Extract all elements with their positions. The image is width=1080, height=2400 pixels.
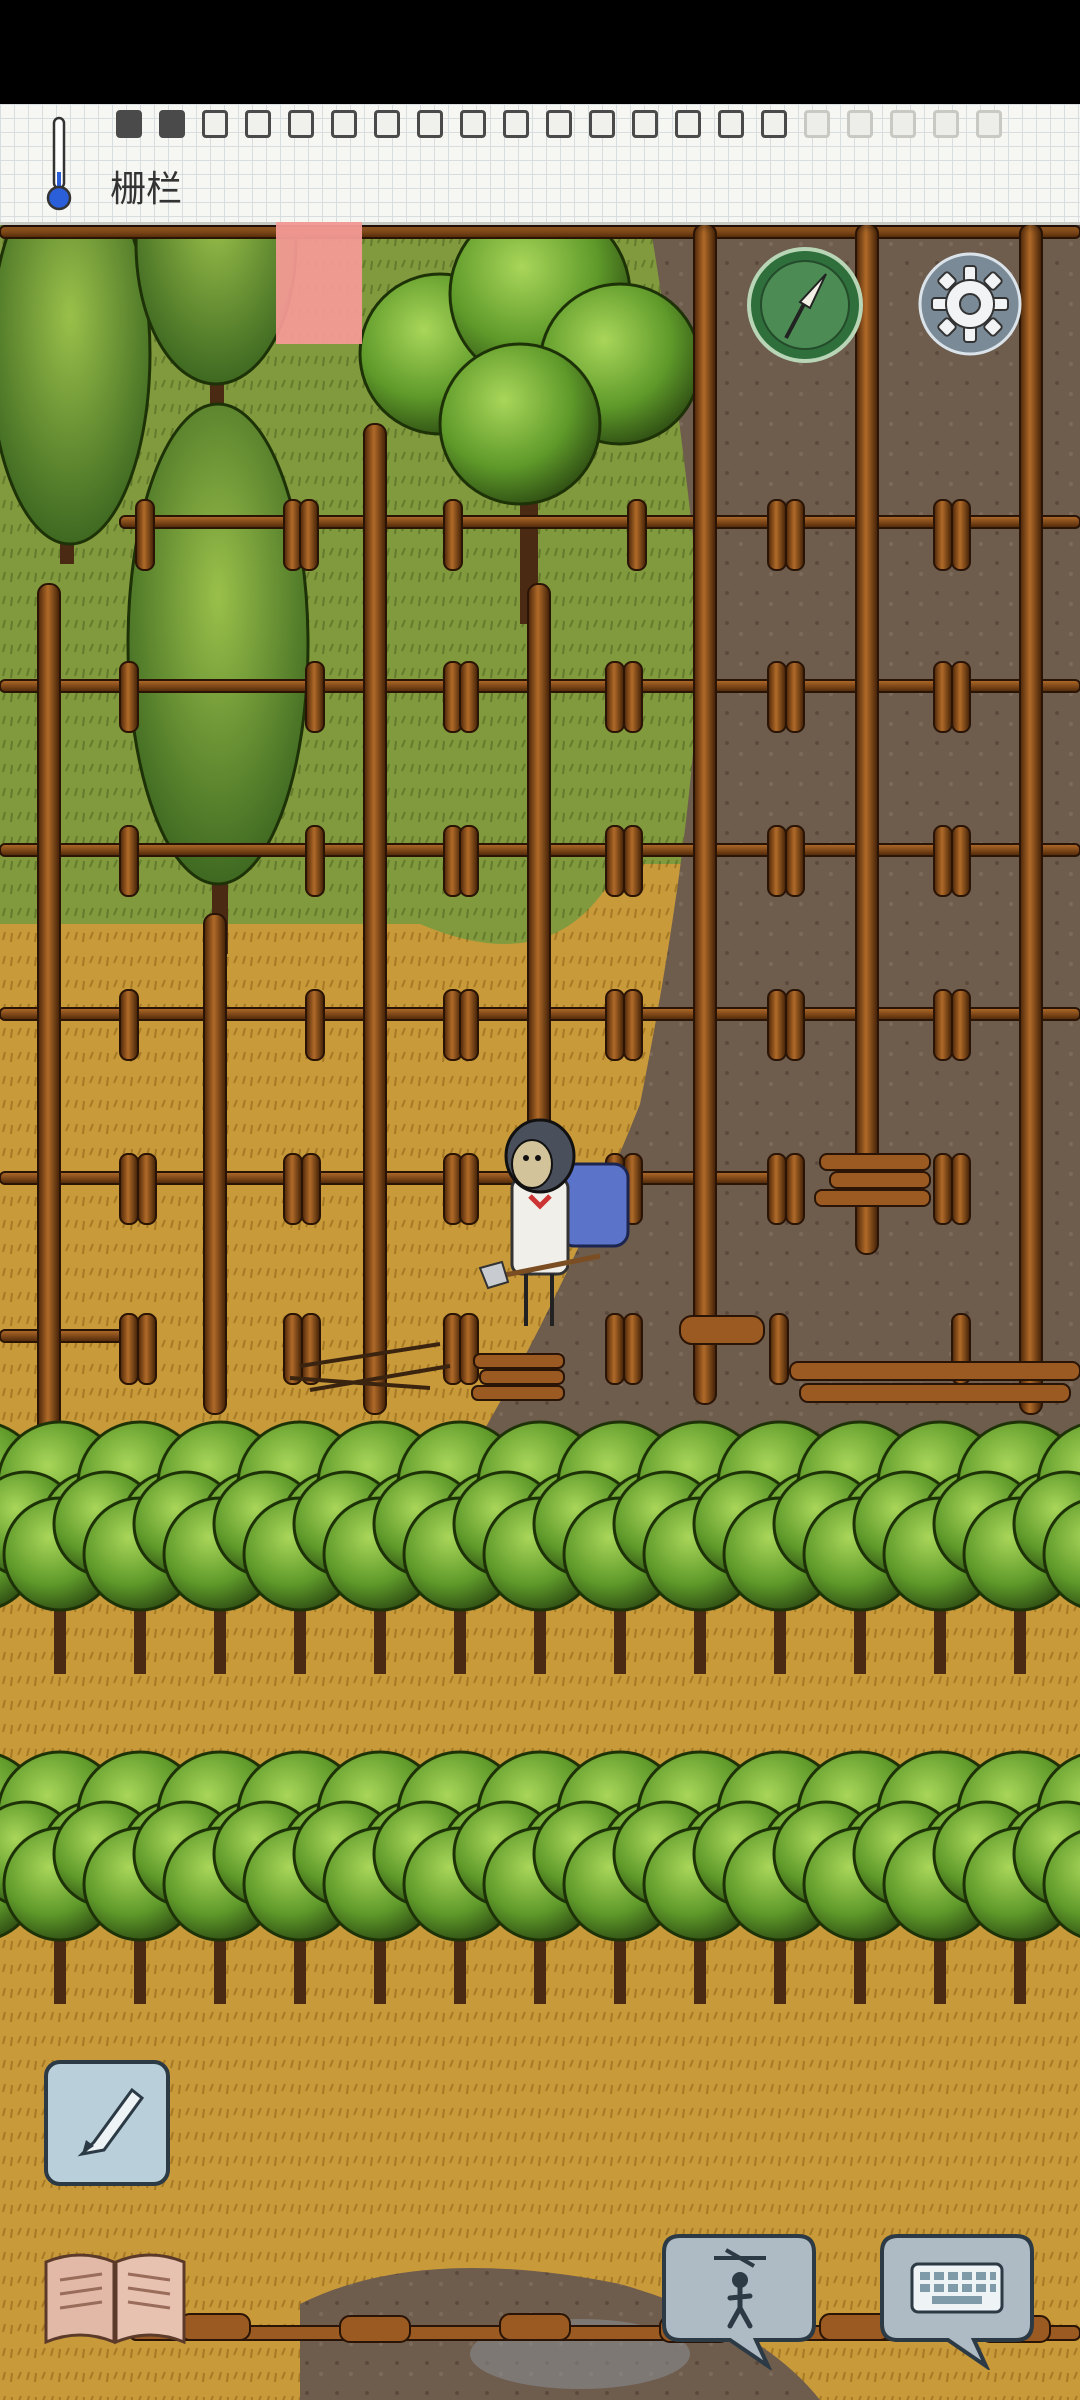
book-icon[interactable] [40,2242,190,2352]
puppet-speech-icon[interactable] [660,2228,818,2370]
hover-object-label: 栅栏 [110,169,183,210]
food-pip [245,110,271,138]
food-pip [589,110,615,138]
food-pip [116,110,142,138]
status-panel: 栅栏 [0,104,1080,225]
food-pip [632,110,658,138]
status-bar [0,0,1080,104]
food-pip [933,110,959,138]
food-pip [159,110,185,138]
food-pip [847,110,873,138]
food-meter [116,110,1002,138]
thermometer-icon[interactable] [44,114,74,214]
compass-icon[interactable] [746,246,864,364]
food-pip [460,110,486,138]
food-pip [761,110,787,138]
log-pile[interactable] [814,1153,931,1207]
food-pip [417,110,443,138]
food-pip [675,110,701,138]
log-pile[interactable] [471,1353,565,1401]
game-world[interactable] [0,104,1080,2400]
food-pip [546,110,572,138]
keyboard-speech-icon[interactable] [878,2228,1036,2370]
gear-icon[interactable] [918,252,1022,356]
food-pip [804,110,830,138]
food-pip [202,110,228,138]
pink-note-tab[interactable] [276,222,362,344]
food-pip [503,110,529,138]
food-pip [976,110,1002,138]
pencil-icon[interactable] [42,2058,172,2188]
food-pip [288,110,314,138]
log-pile[interactable] [679,1315,765,1345]
food-pip [718,110,744,138]
food-pip [890,110,916,138]
food-pip [331,110,357,138]
food-pip [374,110,400,138]
